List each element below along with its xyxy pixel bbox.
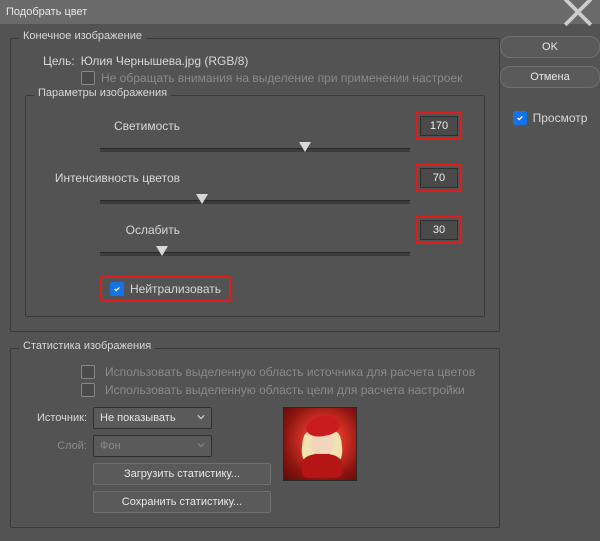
preview-label: Просмотр (533, 111, 588, 125)
stats-group-title: Статистика изображения (19, 340, 155, 352)
luminance-slider[interactable] (100, 140, 410, 158)
layer-select-value: Фон (100, 440, 121, 452)
luminance-input[interactable]: 170 (420, 116, 458, 136)
chevron-down-icon (197, 440, 205, 452)
params-group-title: Параметры изображения (34, 87, 171, 99)
title-bar: Подобрать цвет (0, 0, 600, 24)
target-label: Цель: (43, 54, 75, 68)
layer-select: Фон (93, 435, 212, 457)
destination-group-title: Конечное изображение (19, 30, 146, 42)
cancel-button[interactable]: Отмена (500, 66, 600, 88)
intensity-label: Интенсивность цветов (40, 171, 180, 185)
preview-checkbox[interactable] (513, 111, 527, 125)
source-label: Источник: (25, 412, 87, 424)
destination-group: Конечное изображение Цель: Юлия Чернышев… (10, 38, 500, 332)
neutralize-label: Нейтрализовать (130, 282, 221, 296)
use-source-selection-checkbox[interactable] (81, 365, 95, 379)
fade-slider[interactable] (100, 244, 410, 262)
ignore-selection-label: Не обращать внимания на выделение при пр… (101, 71, 462, 85)
load-stats-button[interactable]: Загрузить статистику... (93, 463, 271, 485)
use-source-selection-label: Использовать выделенную область источник… (105, 365, 475, 379)
fade-input[interactable]: 30 (420, 220, 458, 240)
params-group: Параметры изображения Светимость 170 Инт… (25, 95, 485, 317)
ignore-selection-checkbox[interactable] (81, 71, 95, 85)
fade-label: Ослабить (40, 223, 180, 237)
ok-button[interactable]: OK (500, 36, 600, 58)
neutralize-highlight: Нейтрализовать (100, 276, 231, 302)
save-stats-button[interactable]: Сохранить статистику... (93, 491, 271, 513)
chevron-down-icon (197, 412, 205, 424)
intensity-slider[interactable] (100, 192, 410, 210)
window-title: Подобрать цвет (6, 6, 87, 18)
close-icon[interactable] (562, 2, 594, 22)
luminance-label: Светимость (40, 119, 180, 133)
use-target-selection-label: Использовать выделенную область цели для… (105, 383, 465, 397)
source-select[interactable]: Не показывать (93, 407, 212, 429)
source-preview-thumbnail (283, 407, 357, 481)
stats-group: Статистика изображения Использовать выде… (10, 348, 500, 528)
source-select-value: Не показывать (100, 412, 176, 424)
intensity-input[interactable]: 70 (420, 168, 458, 188)
layer-label: Слой: (25, 440, 87, 452)
target-value: Юлия Чернышева.jpg (RGB/8) (81, 54, 249, 68)
use-target-selection-checkbox[interactable] (81, 383, 95, 397)
neutralize-checkbox[interactable] (110, 282, 124, 296)
